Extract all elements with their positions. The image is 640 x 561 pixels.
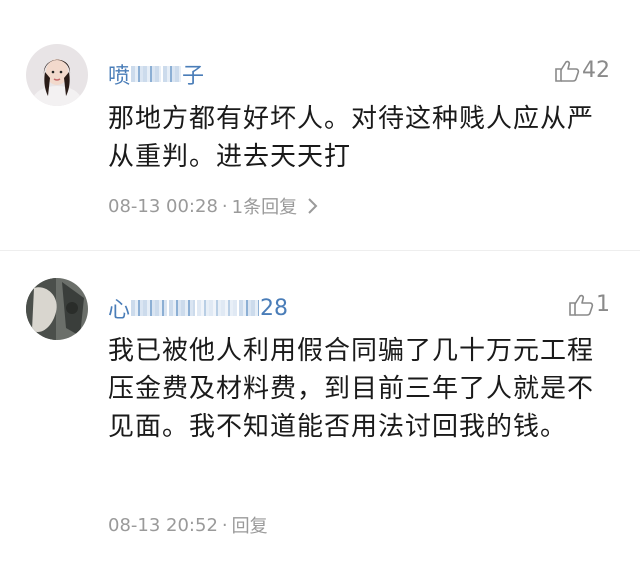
like-count: 42	[582, 58, 610, 83]
divider	[0, 250, 640, 251]
meta-separator: ·	[221, 195, 228, 217]
like-button[interactable]: 42	[554, 58, 610, 83]
username-visible-end: 子	[182, 64, 205, 89]
username-redaction	[239, 300, 260, 316]
username[interactable]: 心 28	[108, 292, 288, 324]
thumbs-up-icon	[555, 60, 580, 82]
meta-separator: ·	[221, 514, 228, 536]
comment-item: 喷 子 42 那地方都有好坏人。对待这种贱人应从严从重判。进去天天打 08-13…	[0, 0, 640, 240]
avatar-image	[26, 278, 88, 340]
timestamp: 08-13 00:28	[108, 195, 218, 217]
comment-item: 心 28 1 我已被他人利用假合同骗了几十万元工程压金费及材料费，到目前三年了人…	[0, 270, 640, 561]
username-redaction	[169, 300, 196, 316]
avatar[interactable]	[26, 278, 88, 340]
username-redaction	[163, 66, 182, 82]
like-count: 1	[596, 292, 610, 317]
comment-text: 那地方都有好坏人。对待这种贱人应从严从重判。进去天天打	[108, 104, 595, 172]
username-visible-end: 28	[260, 295, 289, 321]
username-visible-start: 喷	[108, 64, 131, 89]
like-button[interactable]: 1	[568, 292, 610, 317]
timestamp: 08-13 20:52	[108, 514, 218, 536]
avatar[interactable]	[26, 44, 88, 106]
comment-text: 我已被他人利用假合同骗了几十万元工程压金费及材料费，到目前三年了人就是不见面。我…	[108, 336, 595, 442]
chevron-right-icon[interactable]	[307, 197, 319, 215]
thumbs-up-icon	[569, 294, 594, 316]
comment-meta: 08-13 00:28 · 1条回复	[108, 193, 319, 219]
username-redaction	[131, 300, 168, 316]
username[interactable]: 喷 子	[108, 58, 204, 90]
reply-count-link[interactable]: 1条回复	[232, 193, 297, 219]
comment-meta: 08-13 20:52 · 回复	[108, 512, 268, 538]
username-visible-start: 心	[108, 298, 131, 323]
avatar-image	[26, 44, 88, 106]
username-redaction	[197, 300, 238, 316]
reply-link[interactable]: 回复	[232, 512, 268, 538]
username-redaction	[131, 66, 162, 82]
